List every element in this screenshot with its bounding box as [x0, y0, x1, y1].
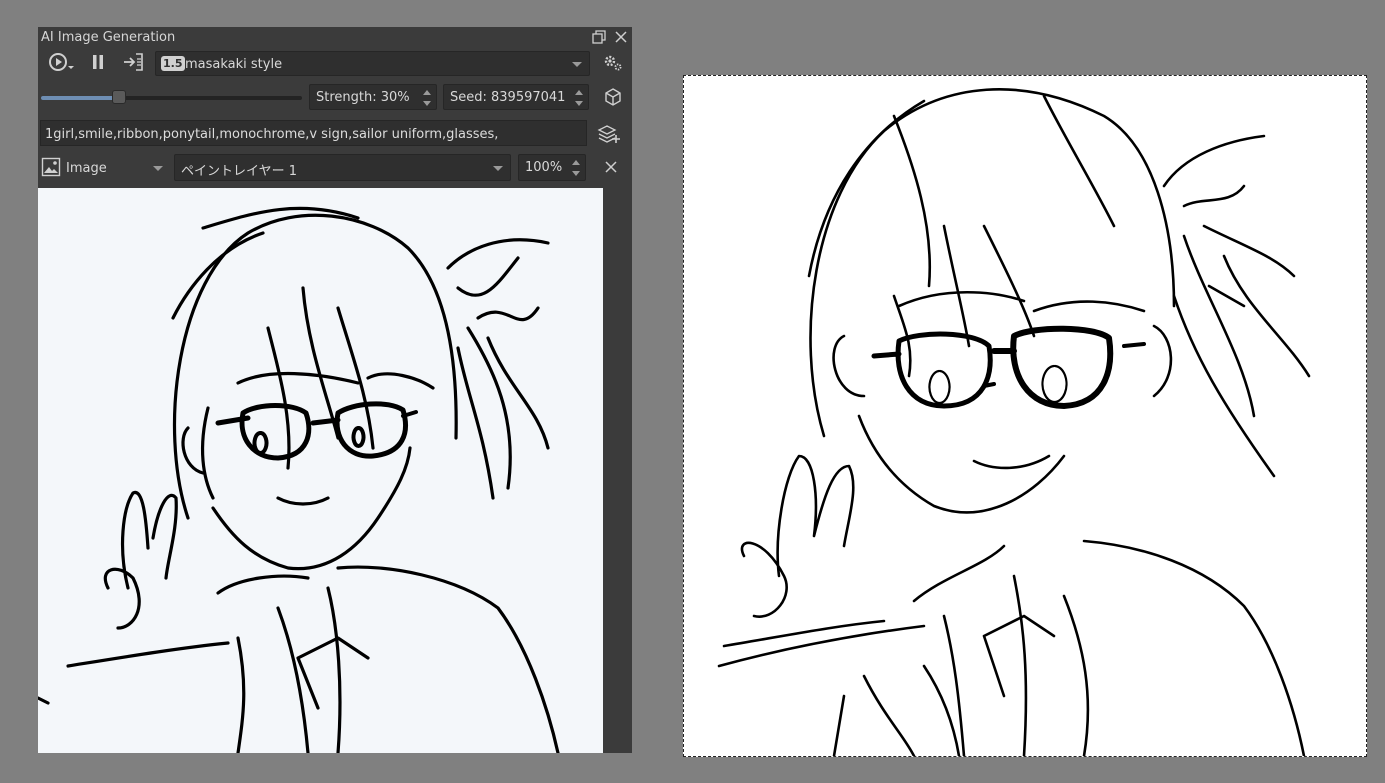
spin-arrows-icon[interactable]	[572, 86, 586, 110]
generated-image-preview[interactable]	[38, 188, 603, 753]
generated-line-art-image	[38, 206, 560, 753]
image-icon	[41, 157, 61, 177]
play-dropdown-icon	[49, 53, 74, 71]
dice-icon	[605, 88, 621, 106]
seed-spinbox[interactable]: Seed: 839597041	[443, 84, 589, 110]
style-name: masakaki style	[185, 57, 283, 72]
layer-name: ペイントレイヤー 1	[181, 164, 298, 179]
style-version-badge: 1.5	[161, 56, 185, 71]
x-icon	[605, 161, 617, 173]
spin-arrows-icon[interactable]	[569, 156, 583, 180]
style-select[interactable]: 1.5 masakaki style	[155, 51, 590, 76]
close-icon[interactable]	[613, 29, 629, 45]
apply-icon	[124, 53, 143, 71]
pause-icon	[93, 55, 103, 69]
docker-title: AI Image Generation	[41, 30, 176, 45]
chevron-down-icon	[153, 166, 163, 171]
gear-icon	[604, 55, 622, 71]
source-type: Image	[66, 161, 107, 176]
strength-label: Strength: 30%	[316, 90, 410, 105]
docker-titlebar: AI Image Generation	[38, 27, 632, 49]
chevron-down-icon	[493, 166, 503, 171]
prompt-text: 1girl,smile,ribbon,ponytail,monochrome,v…	[45, 127, 499, 142]
settings-button[interactable]	[601, 51, 625, 75]
chevron-down-icon	[572, 62, 582, 67]
remove-control-button[interactable]	[599, 155, 623, 179]
strength-spinbox[interactable]: Strength: 30%	[309, 84, 437, 110]
random-seed-button[interactable]	[601, 85, 625, 109]
prompt-input[interactable]: 1girl,smile,ribbon,ponytail,monochrome,v…	[40, 120, 587, 146]
spin-arrows-icon[interactable]	[420, 86, 434, 110]
layer-select[interactable]: ペイントレイヤー 1	[174, 154, 511, 181]
opacity-spinbox[interactable]: 100%	[518, 154, 586, 181]
apply-button[interactable]	[121, 50, 145, 74]
source-type-select[interactable]: Image	[61, 155, 170, 181]
image-source-icon-box	[39, 155, 63, 179]
ai-image-generation-docker: AI Image Generation 1.5 masakaki style S…	[38, 27, 632, 753]
strength-slider-handle[interactable]	[112, 90, 127, 104]
strength-slider-fill	[41, 96, 120, 100]
pause-button[interactable]	[86, 50, 110, 74]
strength-slider[interactable]	[41, 90, 302, 104]
opacity-value: 100%	[525, 160, 563, 175]
sketch-canvas-image	[717, 88, 1311, 756]
seed-label: Seed: 839597041	[450, 90, 566, 105]
float-icon[interactable]	[591, 29, 607, 45]
layers-add-icon	[597, 125, 620, 143]
add-region-button[interactable]	[597, 121, 621, 145]
canvas-document[interactable]	[683, 75, 1367, 757]
generate-button[interactable]	[46, 50, 78, 74]
